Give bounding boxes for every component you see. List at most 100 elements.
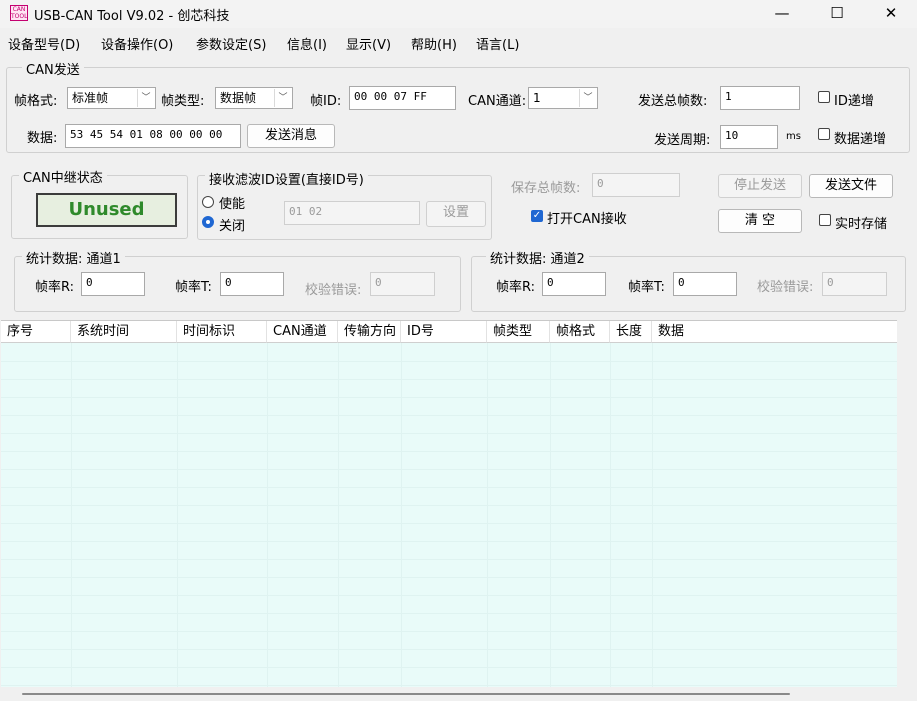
stop-send-button[interactable]: 停止发送	[718, 174, 802, 198]
chevron-down-icon: ﹀	[274, 89, 291, 107]
horizontal-scrollbar[interactable]	[22, 693, 790, 695]
grid-row-line	[1, 541, 897, 542]
menu-device-model[interactable]: 设备型号(D)	[8, 34, 80, 53]
col-header-length[interactable]: 长度	[610, 321, 652, 343]
stats2-rate-r-label: 帧率R:	[496, 280, 536, 295]
minimize-button[interactable]: —	[759, 0, 805, 28]
period-input[interactable]: 10	[720, 125, 778, 149]
id-increment-checkbox[interactable]	[818, 91, 830, 103]
grid-col-line	[610, 343, 611, 687]
grid-row-line	[1, 577, 897, 578]
grid-col-line	[487, 343, 488, 687]
grid-col-line	[177, 343, 178, 687]
col-header-frame-format[interactable]: 帧格式	[550, 321, 610, 343]
grid-row-line	[1, 595, 897, 596]
frame-format-select[interactable]: 标准帧 ﹀	[67, 87, 156, 109]
stats-channel1-title: 统计数据: 通道1	[22, 248, 125, 267]
stats1-rate-t-value: 0	[220, 272, 284, 296]
stats-channel2-title: 统计数据: 通道2	[486, 248, 589, 267]
data-label: 数据:	[27, 131, 58, 146]
menu-display[interactable]: 显示(V)	[346, 34, 391, 53]
stats1-rate-r-value: 0	[81, 272, 145, 296]
grid-row-line	[1, 487, 897, 488]
can-channel-value: 1	[533, 91, 541, 105]
grid-row-line	[1, 505, 897, 506]
stats1-checksum-error-label: 校验错误:	[305, 283, 362, 298]
col-header-system-time[interactable]: 系统时间	[71, 321, 177, 343]
stats2-checksum-error-value: 0	[822, 272, 887, 296]
col-header-direction[interactable]: 传输方向	[338, 321, 401, 343]
filter-set-button[interactable]: 设置	[426, 201, 486, 227]
data-increment-checkbox[interactable]	[818, 128, 830, 140]
relay-status-indicator: Unused	[36, 193, 177, 227]
total-frames-input[interactable]: 1	[720, 86, 800, 110]
menu-info[interactable]: 信息(I)	[287, 34, 327, 53]
stats2-rate-t-value: 0	[673, 272, 737, 296]
app-icon: CAN TOOL	[10, 5, 28, 21]
menu-parameter-settings[interactable]: 参数设定(S)	[196, 34, 266, 53]
id-increment-label: ID递增	[834, 94, 874, 109]
frame-type-select[interactable]: 数据帧 ﹀	[215, 87, 293, 109]
grid-row-line	[1, 415, 897, 416]
stats2-rate-t-label: 帧率T:	[628, 280, 665, 295]
grid-row-line	[1, 631, 897, 632]
grid-row-line	[1, 469, 897, 470]
grid-col-line	[267, 343, 268, 687]
message-table[interactable]: 序号 系统时间 时间标识 CAN通道 传输方向 ID号 帧类型 帧格式 长度 数…	[1, 320, 897, 687]
data-increment-label: 数据递增	[834, 132, 887, 147]
stats1-rate-t-label: 帧率T:	[175, 280, 212, 295]
menu-language[interactable]: 语言(L)	[476, 34, 519, 53]
send-message-button[interactable]: 发送消息	[247, 124, 335, 148]
can-channel-label: CAN通道:	[468, 94, 527, 109]
grid-row-line	[1, 559, 897, 560]
send-file-button[interactable]: 发送文件	[809, 174, 893, 198]
grid-row-line	[1, 649, 897, 650]
grid-row-line	[1, 397, 897, 398]
filter-enable-radio[interactable]	[202, 196, 214, 208]
chevron-down-icon: ﹀	[137, 89, 154, 107]
period-unit: ms	[786, 131, 801, 142]
stats1-checksum-error-value: 0	[370, 272, 435, 296]
menu-help[interactable]: 帮助(H)	[411, 34, 457, 53]
frame-id-label: 帧ID:	[310, 94, 342, 109]
col-header-data[interactable]: 数据	[652, 321, 897, 343]
grid-row-line	[1, 379, 897, 380]
grid-row-line	[1, 667, 897, 668]
relay-status-title: CAN中继状态	[19, 167, 107, 186]
grid-col-line	[550, 343, 551, 687]
clear-button[interactable]: 清 空	[718, 209, 802, 233]
col-header-timestamp[interactable]: 时间标识	[177, 321, 267, 343]
filter-ids-input[interactable]: 01 02	[284, 201, 420, 225]
grid-row-line	[1, 613, 897, 614]
can-channel-select[interactable]: 1 ﹀	[528, 87, 598, 109]
frame-format-label: 帧格式:	[14, 94, 58, 109]
frame-id-input[interactable]: 00 00 07 FF	[349, 86, 456, 110]
stats2-checksum-error-label: 校验错误:	[757, 280, 814, 295]
frame-type-value: 数据帧	[220, 91, 257, 105]
open-can-receive-checkbox[interactable]: ✓	[531, 210, 543, 222]
col-header-can-channel[interactable]: CAN通道	[267, 321, 338, 343]
menu-device-operation[interactable]: 设备操作(O)	[101, 34, 173, 53]
stats1-rate-r-label: 帧率R:	[35, 280, 75, 295]
chevron-down-icon: ﹀	[579, 89, 596, 107]
grid-col-line	[401, 343, 402, 687]
stats2-rate-r-value: 0	[542, 272, 606, 296]
frame-type-label: 帧类型:	[161, 94, 205, 109]
grid-col-line	[71, 343, 72, 687]
col-header-id[interactable]: ID号	[401, 321, 487, 343]
realtime-save-label: 实时存储	[835, 217, 888, 232]
grid-row-line	[1, 523, 897, 524]
filter-enable-label: 使能	[219, 197, 246, 212]
frame-format-value: 标准帧	[72, 91, 109, 105]
data-input[interactable]: 53 45 54 01 08 00 00 00	[65, 124, 241, 148]
filter-close-radio[interactable]	[202, 216, 214, 228]
saved-total-label: 保存总帧数:	[511, 181, 581, 196]
grid-row-line	[1, 433, 897, 434]
col-header-frame-type[interactable]: 帧类型	[487, 321, 550, 343]
realtime-save-checkbox[interactable]	[819, 214, 831, 226]
total-frames-label: 发送总帧数:	[638, 94, 708, 109]
filter-close-label: 关闭	[219, 219, 246, 234]
col-header-index[interactable]: 序号	[1, 321, 71, 343]
maximize-button[interactable]: ☐	[814, 0, 860, 28]
close-button[interactable]: ✕	[868, 0, 914, 28]
